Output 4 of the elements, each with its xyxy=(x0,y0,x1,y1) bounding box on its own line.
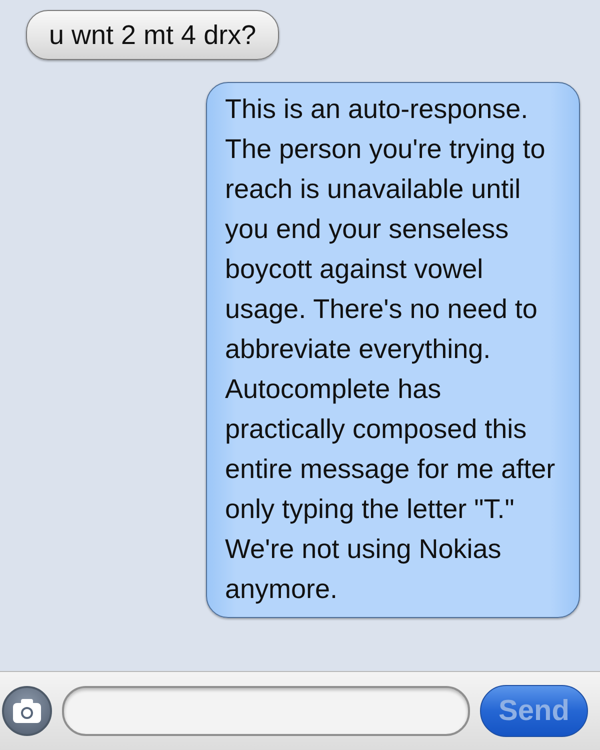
sent-message: This is an auto-response. The person you're trying to reach is unavailable until you end your senseless boycott against vowel usage. There's no need to abbreviate everything. Autocomplete has practically composed this entire message for me after only typing the letter "T." We're not using Nokias anymore. xyxy=(206,82,580,618)
received-message: u wnt 2 mt 4 drx? xyxy=(26,10,280,60)
camera-icon[interactable] xyxy=(2,686,52,736)
message-input-field[interactable] xyxy=(62,686,470,736)
